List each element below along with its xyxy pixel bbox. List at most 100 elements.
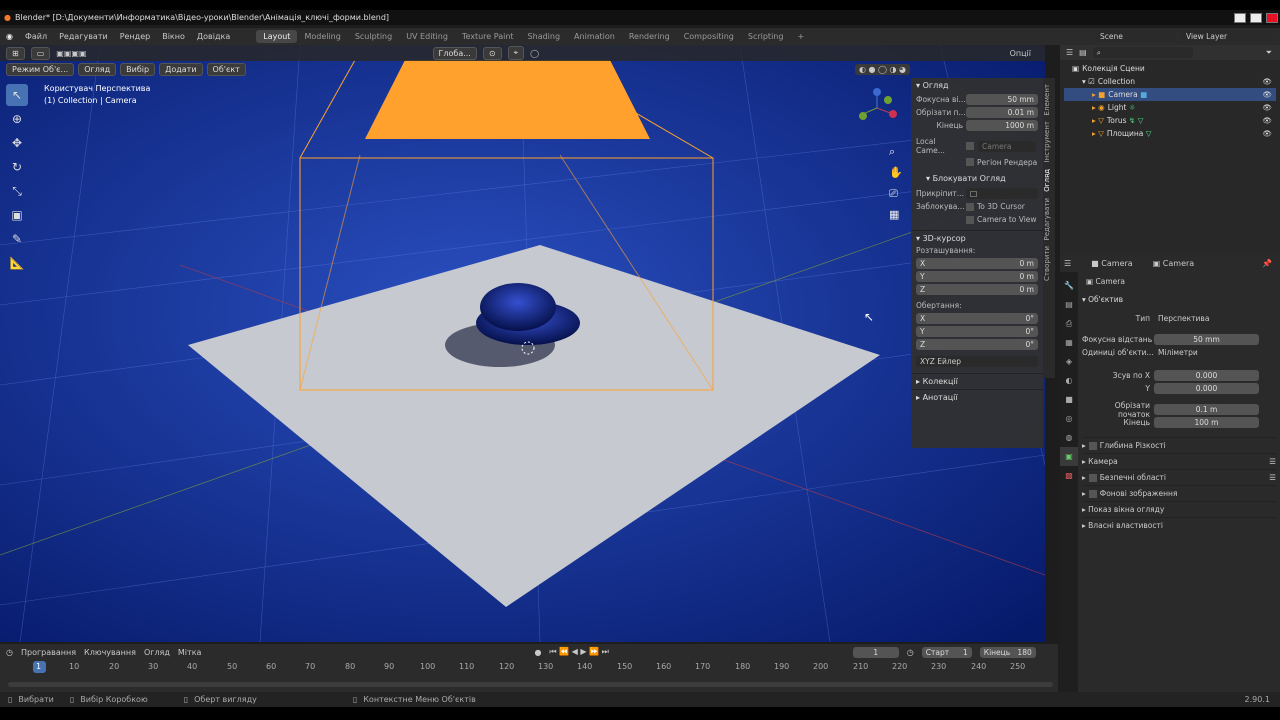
collection-row[interactable]: ▾ ☑ Collection 👁 [1064, 75, 1276, 88]
pan-hand-icon[interactable]: ✋ [889, 162, 903, 183]
local-camera-field[interactable]: Camera [978, 140, 1036, 152]
camera-view-icon[interactable]: ⎚ [889, 183, 903, 204]
location-x-field[interactable]: X0 m [916, 258, 1038, 269]
menu-playback[interactable]: Програвання [21, 648, 76, 657]
rotation-x-field[interactable]: X 0° [916, 313, 1038, 324]
minimize-icon[interactable] [1234, 12, 1246, 23]
safe-areas-checkbox[interactable] [1088, 473, 1097, 482]
tab-item[interactable]: Елемент [1043, 84, 1051, 115]
display-mode-icon[interactable]: ▤ [1079, 48, 1087, 57]
render-region-checkbox[interactable] [966, 158, 974, 166]
shift-x-field[interactable]: 0.000 [1154, 370, 1259, 381]
rotation-mode-select[interactable]: XYZ Ейлер [916, 356, 1038, 367]
world-tab-icon[interactable]: ◐ [1060, 371, 1078, 390]
tab-shading[interactable]: Shading [521, 30, 568, 43]
clip-start-prop-field[interactable]: 0.1 m [1154, 404, 1259, 415]
collections-section[interactable]: ▸ Колекції [911, 373, 1043, 389]
tab-layout[interactable]: Layout [256, 30, 298, 43]
type-select[interactable]: Перспектива [1154, 313, 1259, 324]
dof-section[interactable]: ▸ Глибина Різкості [1082, 437, 1276, 453]
lock-view-header[interactable]: ▾ Блокувати Огляд [916, 170, 1038, 186]
outliner-search-input[interactable]: ⌕ [1092, 47, 1193, 58]
lens-unit-select[interactable]: Міліметри [1154, 347, 1259, 358]
clip-end-field[interactable]: 1000 m [966, 120, 1038, 131]
end-frame-field[interactable]: Кінець 180 [979, 646, 1036, 658]
timeline-scrollbar[interactable] [8, 682, 1053, 687]
zoom-icon[interactable]: ⌕ [889, 141, 903, 162]
plane-eye-icon[interactable]: 👁 [1262, 129, 1272, 138]
viewport-display-section[interactable]: ▸ Показ вікна огляду [1082, 501, 1276, 517]
pivot-icon[interactable]: ⊙ [482, 46, 502, 60]
tab-create[interactable]: Створити [1043, 246, 1051, 281]
viewport-menu-select[interactable]: Вибір [120, 63, 156, 76]
view-layer-selector[interactable]: View Layer [1182, 31, 1272, 42]
texture-tab-icon[interactable]: ▩ [1060, 466, 1078, 485]
blender-menu-icon[interactable]: ◉ [0, 32, 19, 41]
navigation-gizmo[interactable] [855, 86, 900, 136]
tab-view[interactable]: Огляд [1043, 169, 1051, 192]
tab-edit[interactable]: Редагувати [1043, 198, 1051, 241]
clip-end-prop-field[interactable]: 100 m [1154, 417, 1259, 428]
custom-properties-section[interactable]: ▸ Власні властивості [1082, 517, 1276, 533]
measure-tool-icon[interactable]: 📐 [6, 252, 28, 274]
camera-data-tab-icon[interactable]: ▣ [1060, 447, 1078, 466]
plane-row[interactable]: ▸ ▽ Площина ▽ 👁 [1064, 127, 1276, 140]
select-tool-icon[interactable]: ↖ [6, 84, 28, 106]
transform-orientation[interactable]: Глоба... [432, 46, 477, 60]
options-menu[interactable]: Опції [1010, 49, 1031, 58]
menu-file[interactable]: Файл [19, 32, 53, 41]
viewport-menu-add[interactable]: Додати [159, 63, 203, 76]
tab-scripting[interactable]: Scripting [741, 30, 791, 43]
bg-images-checkbox[interactable] [1088, 489, 1097, 498]
safe-areas-section[interactable]: ▸ Безпечні області ☰ [1082, 469, 1276, 485]
location-z-field[interactable]: Z0 m [916, 284, 1038, 295]
pin-icon[interactable]: 📌 [1262, 259, 1272, 268]
editor-type-icon[interactable]: ⊞ [6, 46, 25, 60]
annotations-section[interactable]: ▸ Анотації [911, 389, 1043, 405]
cursor-tool-icon[interactable]: ⊕ [6, 108, 28, 130]
menu-help[interactable]: Довідка [191, 32, 236, 41]
menu-keying[interactable]: Ключування [84, 648, 136, 657]
local-camera-checkbox[interactable] [966, 142, 974, 150]
viewport-menu-object[interactable]: Об'єкт [206, 63, 246, 76]
tab-uv-editing[interactable]: UV Editing [399, 30, 455, 43]
annotate-tool-icon[interactable]: ✎ [6, 228, 28, 250]
scale-tool-icon[interactable]: ⤡ [6, 180, 28, 202]
camera-section[interactable]: ▸ Камера ☰ [1082, 453, 1276, 469]
tab-tool[interactable]: Інструмент [1043, 121, 1051, 162]
rotation-z-field[interactable]: Z 0° [916, 339, 1038, 350]
timeline-ruler[interactable]: 1 10 20 30 40 50 60 70 80 90 100 110 120… [0, 661, 1058, 676]
physics-tab-icon[interactable]: ◎ [1060, 409, 1078, 428]
timeline-editor-icon[interactable]: ◷ [6, 648, 13, 657]
tab-sculpting[interactable]: Sculpting [348, 30, 399, 43]
object-tab-icon[interactable]: ■ [1060, 390, 1078, 409]
playback-controls[interactable]: ⏮ ⏪ ◀ ▶ ⏩ ⏭ [549, 647, 608, 657]
proportional-icon[interactable]: ◯ [530, 49, 539, 58]
view-layer-tab-icon[interactable]: ▦ [1060, 333, 1078, 352]
lens-section-header[interactable]: ▾ Об'єктив [1082, 293, 1276, 306]
light-row[interactable]: ▸ ◉ Light ☼ 👁 [1064, 101, 1276, 114]
current-frame-field[interactable]: 1 [852, 646, 899, 658]
move-tool-icon[interactable]: ✥ [6, 132, 28, 154]
tab-compositing[interactable]: Compositing [677, 30, 741, 43]
scene-selector[interactable]: Scene [1096, 31, 1176, 42]
safe-list-icon[interactable]: ☰ [1269, 473, 1276, 482]
shift-y-field[interactable]: 0.000 [1154, 383, 1259, 394]
torus-row[interactable]: ▸ ▽ Torus ↯ ▽ 👁 [1064, 114, 1276, 127]
maximize-icon[interactable] [1250, 12, 1262, 23]
render-tab-icon[interactable]: ▤ [1060, 295, 1078, 314]
dof-checkbox[interactable] [1088, 441, 1097, 450]
output-tab-icon[interactable]: ⎙ [1060, 314, 1078, 333]
tab-animation[interactable]: Animation [567, 30, 622, 43]
menu-edit[interactable]: Редагувати [53, 32, 114, 41]
camera-datablock-field[interactable]: ▣ Camera [1082, 276, 1276, 287]
tool-tab-icon[interactable]: 🔧 [1060, 276, 1078, 295]
ortho-grid-icon[interactable]: ▦ [889, 204, 903, 225]
select-box-icon[interactable]: ▭ [30, 46, 51, 60]
properties-editor-icon[interactable]: ☰ [1064, 259, 1071, 268]
rotation-y-field[interactable]: Y 0° [916, 326, 1038, 337]
tab-rendering[interactable]: Rendering [622, 30, 677, 43]
transform-tool-icon[interactable]: ▣ [6, 204, 28, 226]
visibility-eye-icon[interactable]: 👁 [1262, 77, 1272, 86]
mode-icons[interactable]: ▣▣▣▣ [56, 49, 86, 58]
